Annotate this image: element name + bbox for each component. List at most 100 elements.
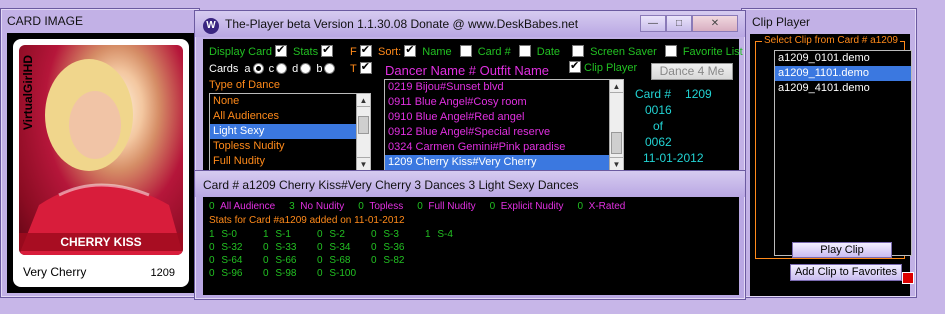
- stats-cell-label: S-96: [218, 268, 243, 279]
- clip-panel: Select Clip from Card # a1209 a1209_0101…: [750, 34, 914, 296]
- scroll-up-icon[interactable]: ▲: [357, 94, 370, 107]
- stats-cell-label: S-33: [272, 242, 297, 253]
- stats-title: Card # a1209 Cherry Kiss#Very Cherry 3 D…: [195, 171, 745, 197]
- stats-cell-count: 0: [317, 268, 323, 279]
- stats-body: 0 All Audience 3 No Nudity 0 Topless 0 Full…: [203, 197, 739, 295]
- play-clip-button[interactable]: Play Clip: [792, 242, 892, 258]
- list-item[interactable]: a1209_1101.demo: [775, 66, 911, 81]
- stat-count: 0: [577, 201, 584, 212]
- stats-cell-label: S-32: [218, 242, 243, 253]
- record-indicator-icon[interactable]: [902, 272, 914, 284]
- stat-count: 0: [417, 201, 423, 212]
- sort-card-checkbox[interactable]: [459, 45, 472, 57]
- stats-cell: 1 S-0: [209, 229, 263, 240]
- list-item[interactable]: 1209 Cherry Kiss#Very Cherry: [385, 155, 623, 170]
- stats-grid-row: 0 S-96 0 S-98 0 S-100: [209, 268, 733, 281]
- radio-c-label: c: [268, 63, 275, 75]
- stats-cell-label: S-64: [218, 255, 243, 266]
- list-item[interactable]: 0912 Blue Angel#Special reserve: [385, 125, 623, 140]
- card-frame: VirtualGirlHD CHERRY KISS Very Cherry 12…: [7, 33, 195, 293]
- clip-player-checkbox[interactable]: [569, 59, 581, 73]
- type-of-dance-label: Type of Dance: [209, 79, 280, 91]
- scroll-thumb[interactable]: [358, 116, 369, 134]
- card-photo: VirtualGirlHD CHERRY KISS: [19, 45, 183, 255]
- app-logo-icon: W: [203, 18, 219, 34]
- maximize-button[interactable]: □: [666, 15, 692, 32]
- stats-cell-label: S-4: [434, 229, 453, 240]
- sort-row: Sort: Name Card # Date Screen Saver Favo…: [378, 43, 743, 58]
- add-to-favorites-button[interactable]: Add Clip to Favorites: [790, 264, 902, 281]
- dancer-list[interactable]: 0219 Bijou#Sunset blvd 0911 Blue Angel#Co…: [384, 79, 624, 171]
- close-button[interactable]: ✕: [692, 15, 738, 32]
- stats-cell-count: 0: [317, 255, 323, 266]
- stats-cell: 0 S-36: [371, 242, 425, 253]
- card-info: Card # 1209 0016 of 0062 11-01-2012: [635, 86, 712, 166]
- t-label: T: [350, 63, 357, 75]
- main-title: The-Player beta Version 1.1.30.08 Donate…: [225, 17, 579, 31]
- list-item[interactable]: a1209_0101.demo: [775, 51, 911, 66]
- stats-cell-count: 1: [263, 229, 269, 240]
- radio-d[interactable]: [300, 63, 312, 74]
- stats-cell: 0 S-82: [371, 255, 425, 266]
- list-item[interactable]: 0219 Bijou#Sunset blvd: [385, 80, 623, 95]
- list-item[interactable]: All Audiences: [210, 109, 370, 124]
- stat-count: 0: [209, 201, 215, 212]
- scroll-down-icon[interactable]: ▼: [610, 157, 623, 170]
- scroll-thumb[interactable]: [611, 132, 622, 154]
- display-card-checkbox[interactable]: [274, 43, 287, 57]
- card[interactable]: VirtualGirlHD CHERRY KISS Very Cherry 12…: [13, 39, 189, 287]
- stats-cell: 0 S-68: [317, 255, 371, 266]
- stats-cell-label: S-98: [272, 268, 297, 279]
- card-number: 1209: [150, 267, 175, 279]
- list-item[interactable]: 0910 Blue Angel#Red angel: [385, 110, 623, 125]
- t-checkbox[interactable]: [359, 60, 372, 74]
- stats-grid-row: 0 S-32 0 S-33 0 S-34 0 S-36: [209, 242, 733, 255]
- card-name-banner: CHERRY KISS: [19, 233, 183, 251]
- stats-cell: 0 S-96: [209, 268, 263, 279]
- scroll-up-icon[interactable]: ▲: [610, 80, 623, 93]
- list-item[interactable]: None: [210, 94, 370, 109]
- list-item[interactable]: a1209_4101.demo: [775, 81, 911, 96]
- stats-cell-label: S-3: [380, 229, 399, 240]
- list-item[interactable]: Light Sexy: [210, 124, 370, 139]
- stats-cell-label: S-100: [326, 268, 357, 279]
- stat-label: Explicit Nudity: [500, 201, 564, 212]
- card-total: 0062: [645, 135, 672, 149]
- list-item[interactable]: 0324 Carmen Gemini#Pink paradise: [385, 140, 623, 155]
- favorite-list-label: Favorite List: [682, 46, 743, 58]
- stats-cell-count: 0: [263, 268, 269, 279]
- stats-cell: 1 S-1: [263, 229, 317, 240]
- stats-grid-row: 0 S-64 0 S-66 0 S-68 0 S-82: [209, 255, 733, 268]
- radio-c[interactable]: [276, 63, 288, 74]
- scrollbar[interactable]: ▲ ▼: [356, 94, 370, 170]
- favorite-list-checkbox[interactable]: [664, 45, 677, 57]
- card-window-title: CARD IMAGE: [7, 14, 84, 28]
- sort-name-checkbox[interactable]: [404, 43, 417, 57]
- radio-a[interactable]: [252, 63, 264, 74]
- clip-window-title: Clip Player: [752, 15, 811, 29]
- screen-saver-checkbox[interactable]: [572, 45, 585, 57]
- list-item[interactable]: Full Nudity: [210, 154, 370, 169]
- card-image-window: CARD IMAGE VirtualGirlHD CHERRY KISS Ver…: [0, 8, 200, 298]
- clip-player-label: Clip Player: [584, 62, 638, 74]
- list-item[interactable]: Topless Nudity: [210, 139, 370, 154]
- clip-list[interactable]: a1209_0101.demo a1209_1101.demo a1209_4101…: [774, 50, 912, 256]
- cards-radio-row: Cards a c d b: [209, 63, 337, 75]
- screen-saver-label: Screen Saver: [590, 46, 657, 58]
- stats-checkbox[interactable]: [321, 43, 334, 57]
- sort-date-checkbox[interactable]: [518, 45, 531, 57]
- scrollbar[interactable]: ▲ ▼: [609, 80, 623, 170]
- scroll-down-icon[interactable]: ▼: [357, 157, 370, 170]
- stats-cell-label: S-0: [218, 229, 237, 240]
- stats-cell-count: 0: [317, 229, 323, 240]
- stats-cell: 0 S-66: [263, 255, 317, 266]
- radio-b[interactable]: [324, 63, 336, 74]
- dance-4-me-button[interactable]: Dance 4 Me: [651, 63, 733, 80]
- stat-category: 0 Full Nudity: [417, 201, 475, 212]
- list-item[interactable]: 0911 Blue Angel#Cosy room: [385, 95, 623, 110]
- f-checkbox[interactable]: [359, 43, 372, 57]
- radio-a-label: a: [244, 63, 251, 75]
- dance-type-list[interactable]: None All Audiences Light Sexy Topless Nudit…: [209, 93, 371, 171]
- minimize-button[interactable]: —: [640, 15, 666, 32]
- main-body: Display Card Stats F T Sort: Name Card #…: [203, 39, 743, 175]
